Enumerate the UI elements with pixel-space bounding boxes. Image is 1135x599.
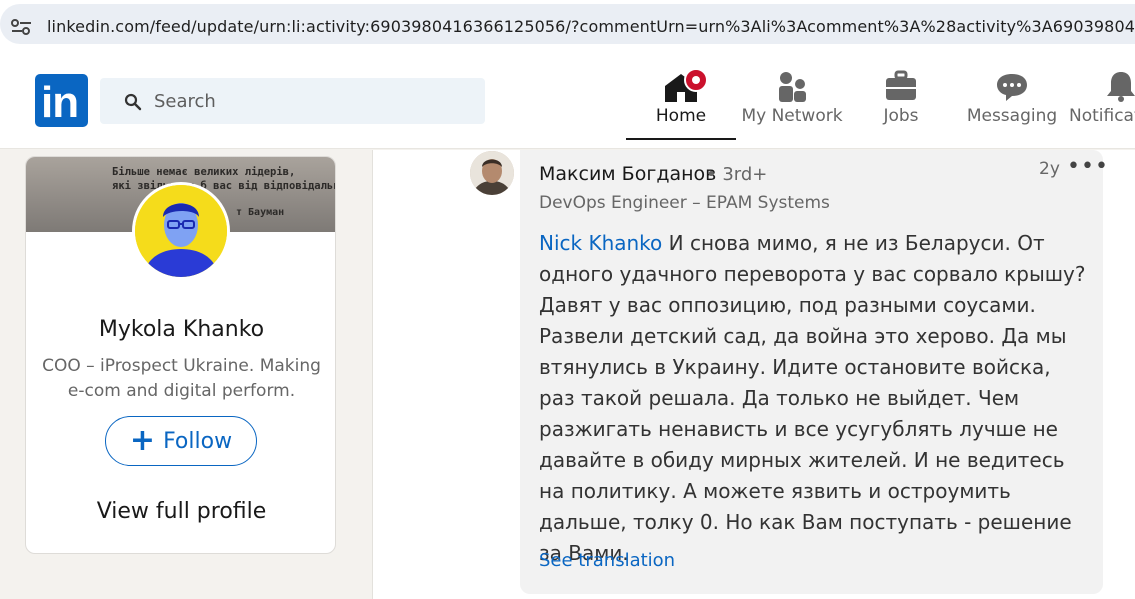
profile-headline: COO – iProspect Ukraine. Making e-com an… (42, 356, 321, 401)
briefcase-icon (883, 68, 919, 104)
cover-quote-line-2: які звільнили б вас від відповідальності… (112, 180, 335, 192)
home-icon (661, 68, 708, 104)
nav-messaging-label: Messaging (966, 106, 1058, 126)
more-options-icon[interactable]: ••• (1067, 154, 1109, 179)
url-text[interactable]: linkedin.com/feed/update/urn:li:activity… (47, 17, 1135, 36)
cover-quote-line-1: Більше немає великих лідерів, (112, 166, 296, 178)
nav-home-label: Home (655, 106, 707, 126)
site-settings-icon[interactable] (9, 17, 35, 37)
cover-author: т Бауман (236, 207, 285, 218)
nav-jobs-label: Jobs (883, 106, 919, 126)
view-full-profile-link[interactable]: View full profile (26, 499, 335, 524)
profile-avatar[interactable] (132, 182, 230, 280)
follow-label: Follow (163, 428, 233, 454)
linkedin-logo[interactable]: in (35, 74, 88, 127)
nav-my-network[interactable]: My Network (741, 68, 843, 126)
nav-messaging[interactable]: Messaging (966, 68, 1058, 126)
notification-badge (684, 68, 708, 92)
profile-name[interactable]: Mykola Khanko (26, 317, 335, 342)
comment-timestamp: 2y (1039, 159, 1060, 179)
nav-notifications-label: Notifications (1069, 106, 1135, 126)
follow-button[interactable]: + Follow (105, 416, 257, 466)
see-translation-link[interactable]: See translation (539, 550, 675, 571)
top-navigation: in Home My Network (0, 52, 1135, 149)
active-underline (626, 138, 736, 140)
nav-notifications[interactable]: Notifications (1069, 68, 1135, 126)
chat-icon (994, 68, 1030, 104)
comment-text: Nick Khanko И снова мимо, я не из Белару… (539, 228, 1089, 569)
search-icon (124, 93, 142, 111)
connection-degree: • 3rd+ (706, 164, 768, 185)
nav-my-network-label: My Network (741, 106, 843, 126)
commenter-photo (470, 151, 514, 195)
browser-address-bar: linkedin.com/feed/update/urn:li:activity… (0, 0, 1135, 52)
profile-card: Більше немає великих лідерів, які звільн… (25, 156, 336, 554)
avatar-illustration (135, 185, 227, 277)
bell-icon (1103, 68, 1135, 104)
comment-bubble: Максим Богданов • 3rd+ 2y ••• DevOps Eng… (520, 150, 1108, 594)
plus-icon: + (129, 423, 156, 458)
url-pill[interactable]: linkedin.com/feed/update/urn:li:activity… (0, 4, 1135, 44)
comment-author-headline: DevOps Engineer – EPAM Systems (539, 193, 830, 213)
commenter-avatar[interactable] (470, 151, 514, 195)
mention-link[interactable]: Nick Khanko (539, 231, 662, 255)
cover-quote: Більше немає великих лідерів, які звільн… (112, 165, 335, 193)
comment-body-text: И снова мимо, я не из Беларуси. От одног… (539, 231, 1086, 565)
search-box[interactable] (100, 78, 485, 124)
nav-home[interactable]: Home (626, 68, 736, 140)
people-icon (774, 68, 810, 104)
search-input[interactable] (154, 88, 454, 114)
nav-jobs[interactable]: Jobs (876, 68, 926, 126)
comment-author-name[interactable]: Максим Богданов (539, 163, 716, 185)
